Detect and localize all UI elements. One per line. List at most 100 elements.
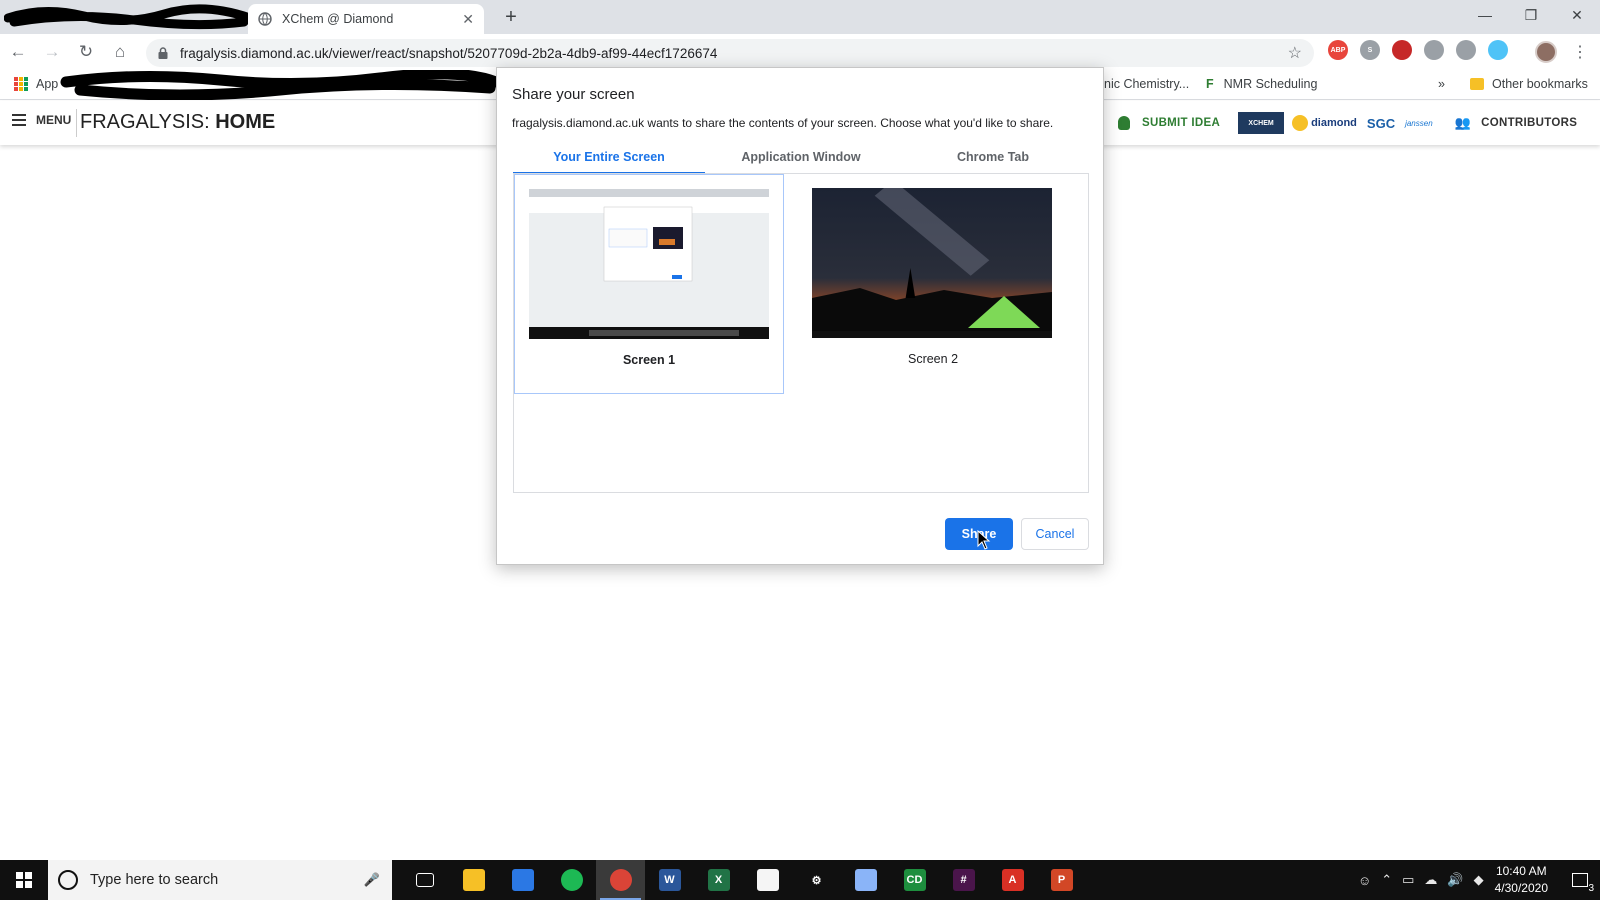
dialog-description: fragalysis.diamond.ac.uk wants to share … bbox=[512, 116, 1054, 130]
browser-tab-strip: XChem @ Diamond ✕ + — ❐ ✕ bbox=[0, 0, 1600, 34]
tray-overflow-icon[interactable]: ⌃ bbox=[1381, 872, 1392, 888]
task-view-icon bbox=[415, 873, 434, 887]
page-title: FRAGALYSIS: HOME bbox=[80, 111, 276, 133]
reload-icon[interactable]: ↻ bbox=[70, 36, 102, 68]
home-icon[interactable]: ⌂ bbox=[104, 36, 136, 68]
acrobat-icon: A bbox=[1001, 869, 1024, 891]
lightbulb-icon bbox=[1118, 116, 1130, 130]
redacted-bookmarks bbox=[60, 70, 500, 100]
back-icon[interactable]: ← bbox=[2, 36, 34, 68]
restore-icon[interactable]: ❐ bbox=[1508, 0, 1554, 30]
microphone-icon[interactable]: 🎤 bbox=[362, 872, 382, 888]
hamburger-icon bbox=[12, 114, 26, 126]
taskbar-app[interactable] bbox=[400, 860, 449, 900]
tab-application-window[interactable]: Application Window bbox=[705, 146, 897, 174]
header-right: SUBMIT IDEA XCHEM diamond SGC janssen 👥 … bbox=[1118, 111, 1577, 135]
flag-icon[interactable] bbox=[1392, 40, 1412, 60]
taskbar-app[interactable] bbox=[449, 860, 498, 900]
tab-entire-screen[interactable]: Your Entire Screen bbox=[513, 146, 705, 174]
contributors-button[interactable]: 👥 CONTRIBUTORS bbox=[1455, 115, 1578, 131]
diamond-logo[interactable]: diamond bbox=[1292, 115, 1357, 131]
header-divider bbox=[76, 109, 77, 137]
volume-icon[interactable]: 🔊 bbox=[1447, 872, 1463, 888]
close-window-icon[interactable]: ✕ bbox=[1554, 0, 1600, 30]
taskbar-app[interactable] bbox=[841, 860, 890, 900]
word-icon: W bbox=[658, 869, 681, 891]
onedrive-icon[interactable]: ☁ bbox=[1424, 872, 1437, 888]
minimize-icon[interactable]: — bbox=[1462, 0, 1508, 30]
powerpoint-icon: P bbox=[1050, 869, 1073, 891]
sun-icon bbox=[1292, 115, 1309, 131]
sticky-notes-icon bbox=[756, 869, 779, 891]
forward-icon[interactable]: → bbox=[36, 36, 68, 68]
taskbar-search[interactable]: Type here to search 🎤 bbox=[48, 860, 392, 900]
redacted-tab bbox=[4, 4, 254, 30]
close-tab-icon[interactable]: ✕ bbox=[462, 11, 474, 28]
pinned-apps: W X ⚙ CD # A P bbox=[400, 860, 1086, 900]
adblock-icon[interactable]: ABP bbox=[1328, 40, 1348, 60]
skype-icon[interactable]: S bbox=[1360, 40, 1380, 60]
taskbar-app[interactable] bbox=[498, 860, 547, 900]
fragalysis-favicon-icon: F bbox=[1206, 77, 1214, 91]
active-tab[interactable]: XChem @ Diamond ✕ bbox=[248, 4, 484, 34]
browser-menu-icon[interactable]: ⋮ bbox=[1572, 42, 1588, 62]
menu-button[interactable]: MENU bbox=[12, 113, 71, 127]
people-icon[interactable]: ☺ bbox=[1358, 873, 1371, 888]
taskbar-app[interactable]: P bbox=[1037, 860, 1086, 900]
avatar[interactable] bbox=[1535, 41, 1557, 63]
sgc-logo[interactable]: SGC bbox=[1367, 116, 1395, 131]
extensions-row: ABP S bbox=[1328, 40, 1508, 60]
url-text: fragalysis.diamond.ac.uk/viewer/react/sn… bbox=[180, 45, 718, 61]
clock-time: 10:40 AM bbox=[1495, 864, 1547, 878]
settings-icon: ⚙ bbox=[805, 869, 828, 891]
taskbar-app[interactable]: W bbox=[645, 860, 694, 900]
chemdraw-icon: CD bbox=[903, 869, 926, 891]
taskbar-app[interactable]: # bbox=[939, 860, 988, 900]
janssen-logo[interactable]: janssen bbox=[1405, 119, 1433, 128]
clock[interactable]: 10:40 AM 4/30/2020 bbox=[1495, 863, 1548, 897]
taskbar-app[interactable]: CD bbox=[890, 860, 939, 900]
taskbar-app[interactable]: A bbox=[988, 860, 1037, 900]
source-label: Screen 1 bbox=[622, 353, 676, 367]
network-icon[interactable]: ▭ bbox=[1402, 872, 1414, 888]
bookmark-label: NMR Scheduling bbox=[1223, 77, 1318, 91]
taskbar-app[interactable] bbox=[547, 860, 596, 900]
dropbox-icon[interactable] bbox=[1424, 40, 1444, 60]
search-placeholder: Type here to search bbox=[90, 872, 219, 888]
taskbar-app[interactable]: ⚙ bbox=[792, 860, 841, 900]
excel-icon: X bbox=[707, 869, 730, 891]
bookmark-item-chemistry[interactable]: nic Chemistry... bbox=[1104, 77, 1189, 91]
address-bar[interactable]: fragalysis.diamond.ac.uk/viewer/react/sn… bbox=[146, 39, 1314, 67]
clock-date: 4/30/2020 bbox=[1494, 881, 1548, 895]
new-tab-icon[interactable]: + bbox=[500, 6, 522, 28]
menu-label: MENU bbox=[36, 113, 72, 127]
store-icon bbox=[511, 869, 534, 891]
taskbar-app[interactable] bbox=[743, 860, 792, 900]
dropbox-tray-icon[interactable]: ◆ bbox=[1474, 872, 1484, 888]
bookmark-item-nmr[interactable]: F NMR Scheduling bbox=[1206, 77, 1317, 91]
bookmark-label: Other bookmarks bbox=[1492, 77, 1588, 91]
window-controls: — ❐ ✕ bbox=[1462, 0, 1600, 30]
start-button[interactable] bbox=[0, 860, 48, 900]
bookmark-apps-label: App bbox=[36, 77, 59, 91]
drive-icon[interactable] bbox=[1456, 40, 1476, 60]
submit-idea-button[interactable]: SUBMIT IDEA bbox=[1118, 116, 1220, 130]
taskbar-app[interactable] bbox=[596, 860, 645, 900]
tab-chrome-tab[interactable]: Chrome Tab bbox=[897, 146, 1089, 174]
bookmark-apps[interactable]: App bbox=[14, 77, 58, 91]
bookmark-other[interactable]: Other bookmarks bbox=[1470, 77, 1588, 91]
taskbar-app[interactable]: X bbox=[694, 860, 743, 900]
globe-icon bbox=[258, 12, 272, 26]
mouse-cursor-icon bbox=[977, 530, 991, 550]
cloud-icon[interactable] bbox=[1488, 40, 1508, 60]
system-tray: ☺ ⌃ ▭ ☁ 🔊 ◆ 10:40 AM 4/30/2020 3 bbox=[1353, 860, 1600, 900]
source-screen-1[interactable]: Screen 1 bbox=[514, 174, 784, 394]
cancel-button[interactable]: Cancel bbox=[1021, 518, 1089, 550]
source-screen-2[interactable]: Screen 2 bbox=[798, 174, 1068, 394]
notifications-button[interactable]: 3 bbox=[1560, 860, 1600, 900]
bookmarks-overflow-icon[interactable]: » bbox=[1438, 77, 1445, 91]
xchem-logo[interactable]: XCHEM bbox=[1238, 112, 1285, 134]
bookmark-star-icon[interactable]: ☆ bbox=[1288, 43, 1302, 63]
screen-1-preview bbox=[529, 189, 769, 339]
chrome-icon bbox=[609, 869, 632, 891]
